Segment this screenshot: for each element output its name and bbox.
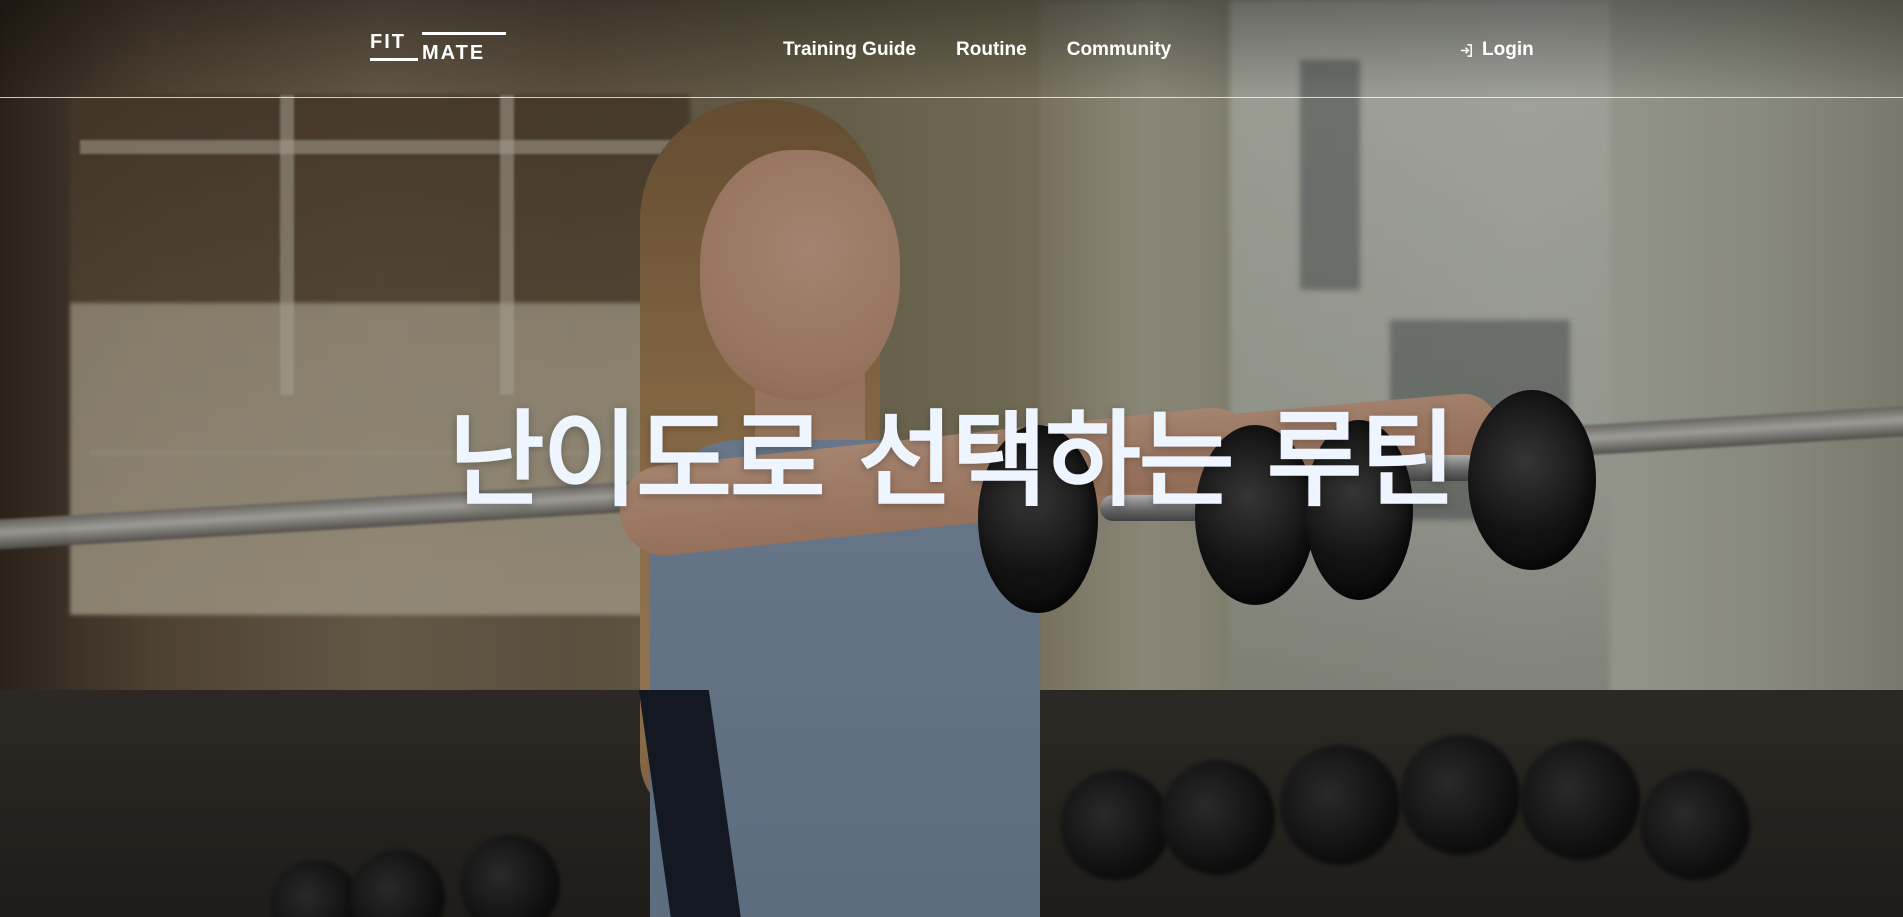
login-label: Login — [1482, 39, 1534, 60]
login-arrow-icon — [1460, 43, 1472, 57]
fitmate-logo[interactable]: FIT MATE — [370, 32, 506, 64]
nav-item-training-guide[interactable]: Training Guide — [783, 39, 916, 61]
main-nav: Training Guide Routine Community — [783, 36, 1171, 64]
hero-title: 난이도로 선택하는 루틴 — [448, 399, 1456, 521]
hero-section: FIT MATE Training Guide Routine Communit… — [0, 0, 1903, 917]
logo-underline — [370, 58, 418, 61]
logo-overline — [422, 32, 506, 35]
site-header: FIT MATE Training Guide Routine Communit… — [0, 0, 1903, 98]
nav-item-routine[interactable]: Routine — [956, 39, 1027, 61]
login-link[interactable]: Login — [1459, 36, 1534, 64]
nav-item-community[interactable]: Community — [1067, 39, 1172, 61]
logo-text-fit: FIT — [370, 31, 406, 53]
logo-text-mate: MATE — [422, 42, 486, 64]
